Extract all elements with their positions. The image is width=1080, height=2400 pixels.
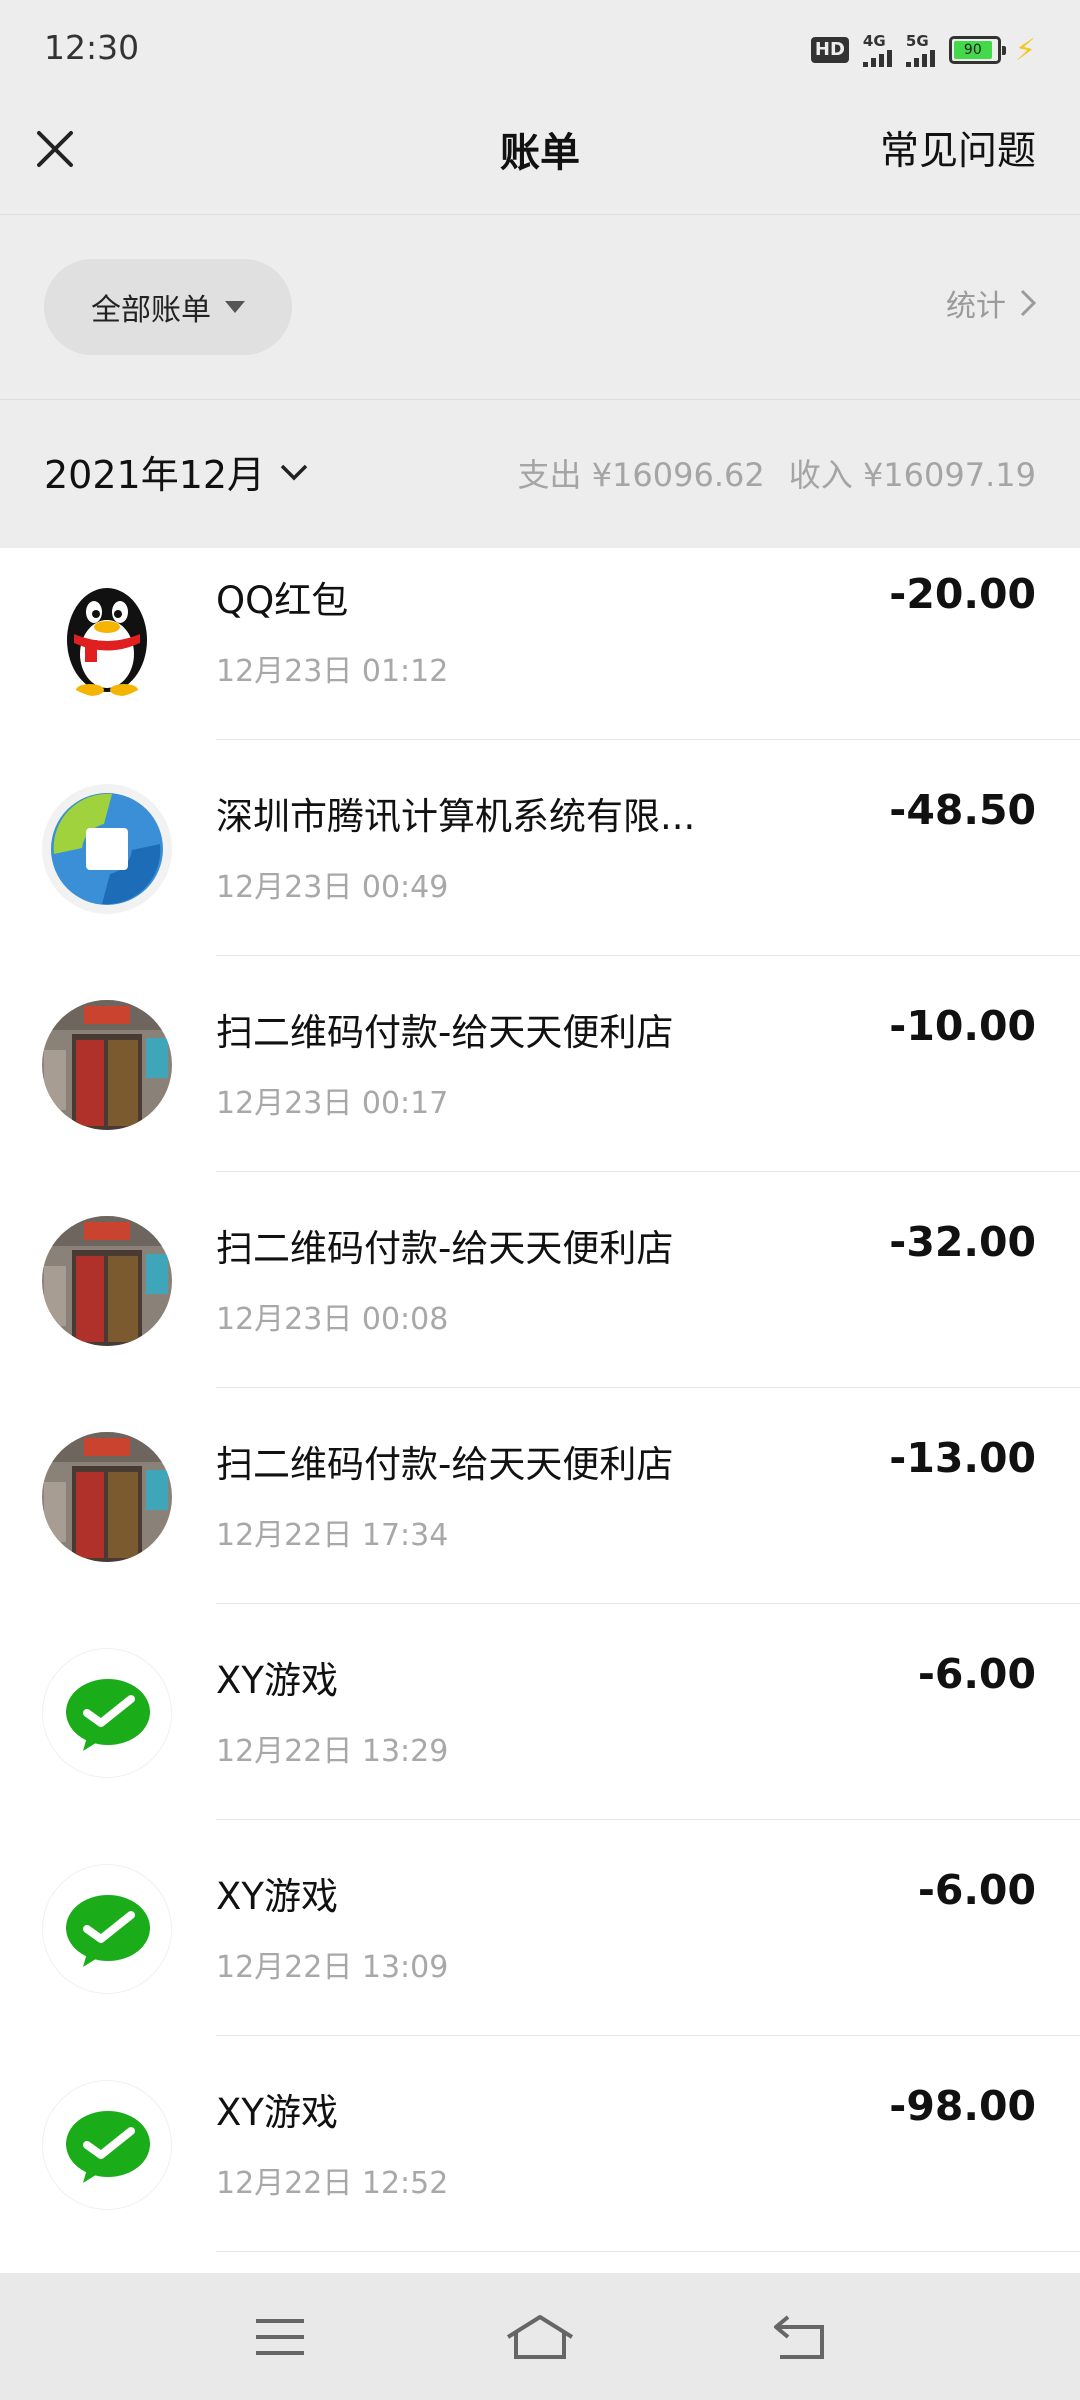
divider <box>216 1387 1080 1388</box>
transaction-name: XY游戏 <box>216 2091 338 2134</box>
income-total: 收入 ¥16097.19 <box>788 456 1036 494</box>
wechat-pay-icon <box>42 1864 172 1994</box>
faq-link[interactable]: 常见问题 <box>880 120 1036 176</box>
store-photo-icon <box>42 1432 172 1562</box>
wechat-pay-icon <box>42 1648 172 1778</box>
filter-bar: 全部账单 统计 <box>0 215 1080 399</box>
transaction-time: 12月22日 13:09 <box>216 1950 449 1985</box>
transaction-name: XY游戏 <box>216 1875 338 1918</box>
list-item[interactable]: 扫二维码付款-给天天便利店 12月22日 17:34 -13.00 <box>0 1412 1080 1628</box>
home-button[interactable] <box>500 2307 580 2367</box>
divider <box>216 2251 1080 2252</box>
signal-4g-icon: 4G <box>862 33 892 67</box>
store-photo-icon <box>42 1000 172 1130</box>
transaction-time: 12月22日 13:29 <box>216 1734 449 1769</box>
status-bar: 12:30 HD 4G 5G 90 ⚡ <box>0 0 1080 96</box>
signal-5g-icon: 5G <box>905 33 935 67</box>
status-time: 12:30 <box>44 28 140 67</box>
wechat-pay-icon <box>42 2080 172 2210</box>
stats-label: 统计 <box>946 289 1006 324</box>
transaction-amount: -10.00 <box>889 1002 1036 1050</box>
divider <box>216 1171 1080 1172</box>
divider <box>216 739 1080 740</box>
caret-down-icon <box>225 301 245 313</box>
divider <box>216 1603 1080 1604</box>
all-bills-label: 全部账单 <box>91 293 211 328</box>
list-item[interactable]: 深圳市腾讯计算机系统有限... 12月23日 00:49 -48.50 <box>0 764 1080 980</box>
transaction-amount: -6.00 <box>917 1650 1036 1698</box>
transaction-time: 12月22日 12:52 <box>216 2166 449 2201</box>
transaction-amount: -32.00 <box>889 1218 1036 1266</box>
system-nav-bar <box>0 2273 1080 2400</box>
list-item[interactable]: 扫二维码付款-给天天便利店 12月23日 00:08 -32.00 <box>0 1196 1080 1412</box>
month-summary: 支出 ¥16096.62 收入 ¥16097.19 <box>518 450 1036 496</box>
list-item[interactable]: XY游戏 12月22日 13:09 -6.00 <box>0 1844 1080 2060</box>
chevron-down-icon <box>280 464 308 480</box>
transaction-amount: -98.00 <box>889 2082 1036 2130</box>
qq-penguin-icon <box>42 568 172 698</box>
divider <box>216 1819 1080 1820</box>
transaction-name: 扫二维码付款-给天天便利店 <box>216 1227 674 1270</box>
menu-button[interactable] <box>240 2307 320 2367</box>
divider <box>216 2035 1080 2036</box>
hd-voice-icon: HD <box>810 37 849 63</box>
expense-total: 支出 ¥16096.62 <box>517 456 765 494</box>
transaction-time: 12月23日 00:17 <box>216 1086 449 1121</box>
charging-icon: ⚡ <box>1014 32 1036 68</box>
list-item[interactable]: QQ红包 12月23日 01:12 -20.00 <box>0 548 1080 764</box>
transaction-name: 扫二维码付款-给天天便利店 <box>216 1011 674 1054</box>
list-item[interactable]: XY游戏 12月22日 13:29 -6.00 <box>0 1628 1080 1844</box>
transaction-amount: -6.00 <box>917 1866 1036 1914</box>
store-photo-icon <box>42 1216 172 1346</box>
back-button[interactable] <box>760 2307 840 2367</box>
transaction-time: 12月22日 17:34 <box>216 1518 449 1553</box>
back-icon <box>774 2314 824 2359</box>
transaction-name: 深圳市腾讯计算机系统有限... <box>216 795 696 838</box>
battery-level: 90 <box>953 41 992 59</box>
month-bar: 2021年12月 支出 ¥16096.62 收入 ¥16097.19 <box>0 400 1080 548</box>
menu-icon <box>256 2318 304 2355</box>
list-item[interactable]: 扫二维码付款-给天天便利店 12月23日 00:17 -10.00 <box>0 980 1080 1196</box>
tencent-payment-icon <box>42 784 172 914</box>
list-item[interactable]: XY游戏 12月22日 12:52 -98.00 <box>0 2060 1080 2273</box>
transaction-time: 12月23日 00:49 <box>216 870 449 905</box>
transaction-amount: -13.00 <box>889 1434 1036 1482</box>
month-label: 2021年12月 <box>44 453 266 497</box>
transaction-time: 12月23日 01:12 <box>216 654 449 689</box>
transaction-name: XY游戏 <box>216 1659 338 1702</box>
chevron-right-icon <box>1020 289 1036 317</box>
nav-bar: 账单 常见问题 <box>0 96 1080 214</box>
transaction-time: 12月23日 00:08 <box>216 1302 449 1337</box>
home-icon <box>506 2314 574 2359</box>
transaction-amount: -20.00 <box>889 570 1036 618</box>
battery-icon: 90 <box>948 36 1006 64</box>
stats-link[interactable]: 统计 <box>946 281 1036 325</box>
status-icons: HD 4G 5G 90 ⚡ <box>810 28 1036 72</box>
divider <box>216 955 1080 956</box>
transaction-name: QQ红包 <box>216 579 349 622</box>
all-bills-filter[interactable]: 全部账单 <box>44 259 292 355</box>
month-selector[interactable]: 2021年12月 <box>44 444 309 499</box>
transaction-amount: -48.50 <box>889 786 1036 834</box>
transaction-list: QQ红包 12月23日 01:12 -20.00 深圳市腾讯计算机系统有限...… <box>0 548 1080 2273</box>
transaction-name: 扫二维码付款-给天天便利店 <box>216 1443 674 1486</box>
